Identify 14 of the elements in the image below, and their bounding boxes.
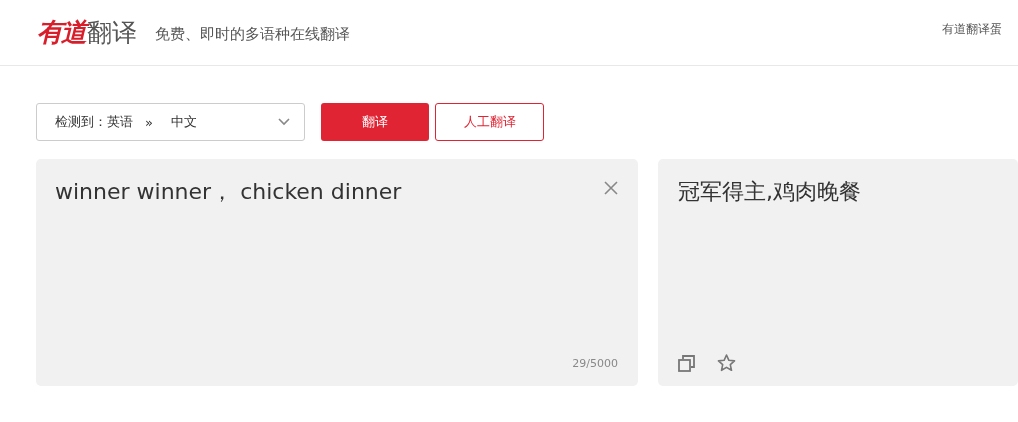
chevron-down-icon — [278, 118, 290, 126]
copy-icon[interactable] — [678, 354, 695, 372]
output-text: 冠军得主,鸡肉晚餐 — [678, 178, 862, 206]
character-counter: 29/5000 — [572, 357, 618, 370]
input-panel[interactable]: winner winner， chicken dinner 29/5000 — [36, 159, 638, 386]
tagline: 免费、即时的多语种在线翻译 — [155, 25, 350, 44]
translate-button[interactable]: 翻译 — [321, 103, 429, 141]
header-link[interactable]: 有道翻译蛋 — [942, 21, 1002, 38]
star-icon[interactable] — [717, 354, 736, 372]
translate-button[interactable]: 人工翻译 — [435, 103, 544, 141]
input-text[interactable]: winner winner， chicken dinner — [55, 177, 402, 207]
language-select[interactable]: 检测到：英语 » 中文 — [36, 103, 305, 141]
close-icon[interactable] — [604, 181, 618, 195]
logo-product[interactable]: 翻译 — [87, 16, 137, 49]
